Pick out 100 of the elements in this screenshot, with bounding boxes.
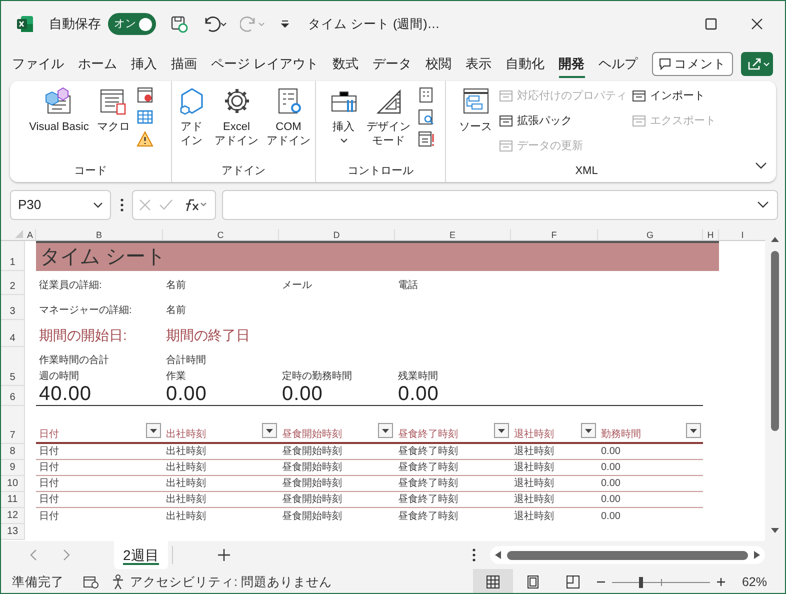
table-cell: メール [282,280,312,292]
table-cell: 退社時刻 [514,511,554,523]
menu-tab[interactable]: 挿入 [124,49,164,79]
collapse-ribbon-icon[interactable] [755,162,767,170]
ribbon-button[interactable]: 挿入 [326,86,360,144]
ribbon-button[interactable]: アド イン [174,86,208,148]
table-cell: 退社時刻 [514,446,554,458]
formula-input[interactable] [222,190,778,220]
menu-tab[interactable]: ホーム [71,49,124,79]
table-icon[interactable] [136,108,154,126]
more-options-icon[interactable] [472,548,476,562]
menu-tab[interactable]: ファイル [5,49,71,79]
table-cell: 期間の終了日 [166,326,250,344]
row-number[interactable]: 2 [10,281,16,293]
column-header[interactable]: E [395,229,511,240]
ribbon-button[interactable]: マクロ [94,86,132,134]
table-cell: 従業員の詳細: [39,280,102,292]
column-header[interactable]: A [25,229,36,240]
table-cell: 期間の開始日: [39,326,127,344]
row-number[interactable]: 9 [10,462,16,474]
ribbon-button[interactable]: インポート [631,86,716,106]
menu-tab[interactable]: 自動化 [498,49,552,79]
group-label: XML [575,164,598,179]
next-sheet-icon[interactable] [62,549,70,561]
table-cell: 0.00 [601,478,620,490]
cell-reference: P30 [18,196,42,214]
row-number[interactable]: 8 [10,446,16,458]
view-button[interactable] [472,569,513,593]
maximize-icon[interactable] [705,18,717,30]
row-number[interactable]: 4 [10,333,16,345]
menu-tab[interactable]: ヘルプ [592,49,645,79]
menu-tab[interactable]: 開発 [552,49,592,79]
row-number[interactable]: 7 [10,430,16,442]
column-header[interactable]: D [279,229,395,240]
window-title: タイム シート (週間)… [308,16,440,33]
table-cell: 0.00 [166,383,207,405]
row-number[interactable]: 1 [10,257,16,269]
table-cell: 昼食開始時刻 [282,462,342,474]
share-icon[interactable] [741,52,773,76]
sheet-title: タイム シート [40,245,166,270]
zoom-in-icon[interactable] [716,577,726,587]
customize-icon[interactable] [280,19,290,29]
ribbon-button[interactable]: デザイン モード [364,86,412,148]
table-cell: 名前 [166,305,186,317]
record-macro-icon[interactable] [136,86,154,104]
column-header[interactable]: H [703,229,719,240]
name-box[interactable]: P30 [10,190,111,220]
menu-tab[interactable]: データ [366,49,419,79]
close-icon[interactable] [751,18,763,30]
table-cell: 昼食終了時刻 [398,478,458,490]
view-code-icon[interactable] [416,108,434,126]
ribbon-button[interactable]: ソース [457,86,494,134]
row-number[interactable]: 6 [10,392,16,404]
cell-mode-icon[interactable] [83,575,99,589]
row-number[interactable]: 3 [10,306,16,318]
column-header[interactable]: B [36,229,163,240]
status-text: 準備完了 [12,574,64,591]
properties-icon[interactable] [416,86,434,104]
table-cell: 出社時刻 [166,462,206,474]
save-icon[interactable] [170,15,188,33]
dialog-icon[interactable] [416,130,434,148]
expand-icon [757,201,769,209]
column-header[interactable]: F [511,229,598,240]
filter-dropdown-icon[interactable] [686,423,701,438]
table-cell: 日付 [39,494,59,506]
menu-tab[interactable]: 校閲 [418,49,459,79]
more-options-icon[interactable] [120,198,124,212]
table-cell: 0.00 [601,494,620,506]
table-cell: 昼食終了時刻 [398,462,458,474]
sheet-tab[interactable]: 2週目 [114,541,168,569]
menu-tab[interactable]: 数式 [326,49,366,79]
filter-dropdown-icon[interactable] [146,423,161,438]
ribbon-button[interactable]: 拡張パック [498,111,627,131]
ribbon-button[interactable]: Visual Basic [27,86,91,134]
filter-dropdown-icon[interactable] [494,423,509,438]
scroll-left-icon [495,551,501,559]
menu-tab[interactable]: ページ レイアウト [204,49,326,79]
warning-icon[interactable] [136,130,154,148]
column-header[interactable]: C [163,229,279,240]
table-cell: 退社時刻 [514,462,554,474]
zoom-slider[interactable] [612,576,710,588]
autosave-toggle[interactable]: オン [108,13,156,35]
page-break-icon [566,575,580,589]
previous-sheet-icon[interactable] [30,549,38,561]
table-cell: 退社時刻 [514,478,554,490]
comment-button[interactable]: コメント [652,52,733,76]
menu-tab[interactable]: 表示 [458,49,499,79]
filter-dropdown-icon[interactable] [581,423,596,438]
filter-dropdown-icon[interactable] [262,423,277,438]
filter-dropdown-icon[interactable] [378,423,393,438]
add-sheet-icon[interactable] [218,549,230,561]
horizontal-scrollbar[interactable] [490,546,765,564]
scroll-thumb[interactable] [771,251,780,431]
ribbon-button[interactable]: COM アドイン [264,86,312,148]
row-number[interactable]: 5 [10,372,16,384]
menu-tab[interactable]: 描画 [164,49,204,79]
column-header[interactable]: G [598,229,703,240]
table-cell: 0.00 [398,383,439,405]
ribbon-button[interactable]: Excel アドイン [212,86,260,148]
source-pane-icon [460,86,490,116]
